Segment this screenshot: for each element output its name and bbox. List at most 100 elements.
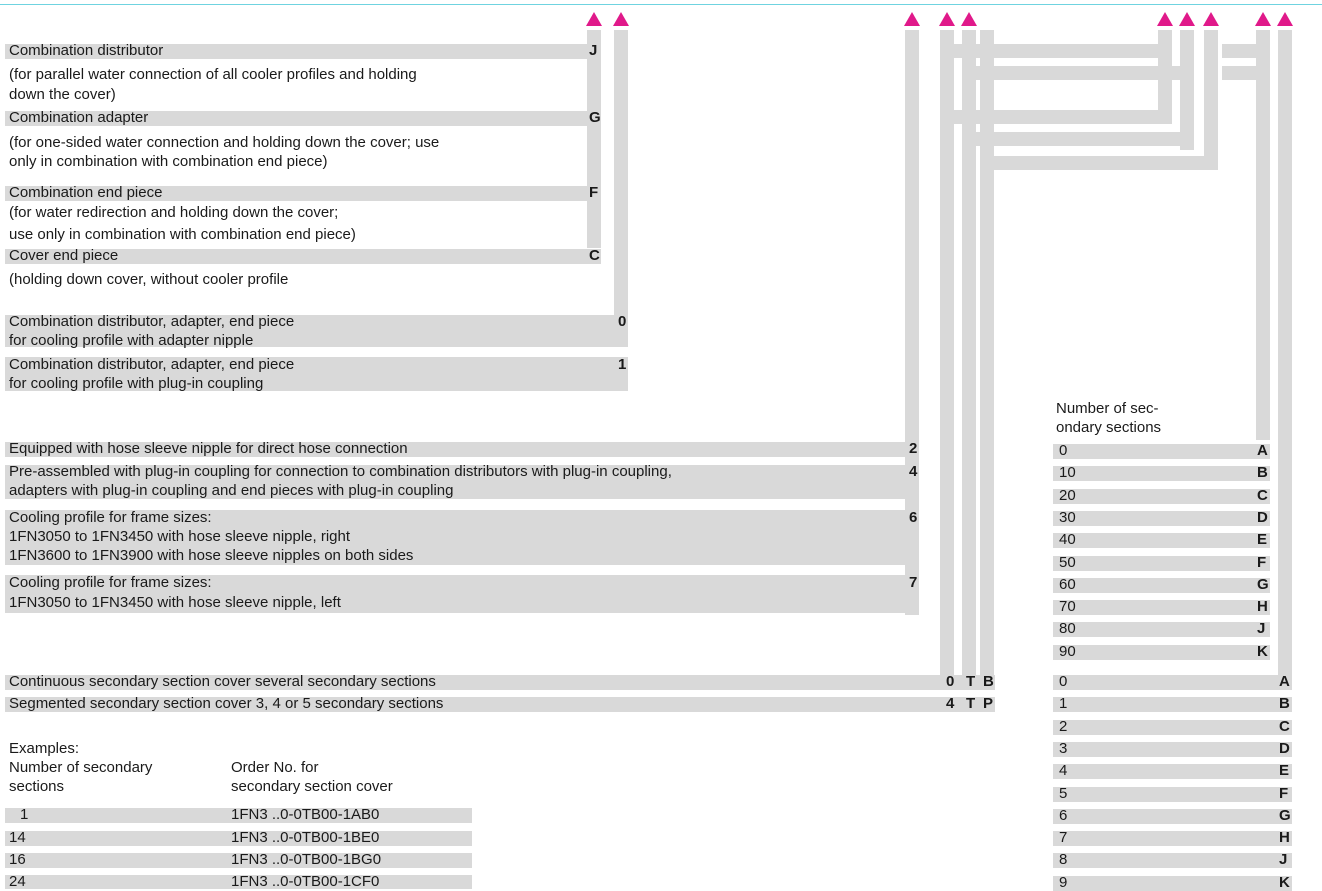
section-code: F	[1279, 784, 1289, 802]
list-item	[1053, 622, 1270, 638]
list-item	[1053, 764, 1292, 780]
connection-code: 7	[909, 574, 918, 591]
section-code: C	[1279, 717, 1290, 735]
section-count: 10	[1059, 464, 1076, 482]
connector-col-5	[962, 30, 976, 690]
example-number: 24	[9, 873, 26, 890]
section-code: B	[1279, 695, 1290, 713]
connector-col-9	[1204, 30, 1218, 170]
connection-label: 1FN3050 to 1FN3450 with hose sleeve nipp…	[9, 594, 341, 611]
sections-header: Number of sec-	[1056, 400, 1159, 417]
section-count: 30	[1059, 508, 1076, 526]
arrow-up-icon	[1277, 12, 1293, 26]
list-item	[1053, 741, 1292, 757]
list-item	[1053, 808, 1292, 824]
connection-label: 1FN3600 to 1FN3900 with hose sleeve nipp…	[9, 547, 414, 564]
arrow-up-icon	[939, 12, 955, 26]
example-order-no: 1FN3 ..0-0TB00-1AB0	[231, 806, 380, 823]
accessory-code: J	[589, 42, 598, 59]
profile-type-code: 1	[618, 356, 627, 373]
section-count: 40	[1059, 531, 1076, 549]
connector-col-11	[1278, 30, 1292, 680]
connector-col-10	[1256, 30, 1270, 440]
example-number: 1	[20, 806, 29, 823]
list-item	[1053, 853, 1292, 869]
section-code: B	[1257, 464, 1268, 482]
section-count: 2	[1059, 717, 1068, 735]
section-count: 50	[1059, 553, 1076, 571]
arrow-up-icon	[586, 12, 602, 26]
list-item	[1053, 786, 1292, 802]
section-code: G	[1279, 806, 1291, 824]
connector-col-6	[980, 30, 994, 690]
accessory-note: down the cover)	[9, 86, 116, 103]
section-code: J	[1257, 620, 1266, 638]
section-count: 0	[1059, 442, 1068, 459]
list-item	[1053, 875, 1292, 891]
profile-type-label: Combination distributor, adapter, end pi…	[9, 356, 295, 373]
arrow-up-icon	[1203, 12, 1219, 26]
cover-code: B	[983, 673, 994, 690]
section-count: 6	[1059, 806, 1068, 824]
arrow-up-icon	[904, 12, 920, 26]
cover-code: T	[966, 673, 976, 690]
example-number: 14	[9, 829, 26, 846]
list-item	[1053, 555, 1270, 571]
section-count: 90	[1059, 642, 1076, 660]
examples-col2-header: Order No. for	[231, 759, 319, 776]
connection-code: 4	[909, 463, 918, 480]
profile-type-code: 0	[618, 313, 627, 330]
connection-label: Pre-assembled with plug-in coupling for …	[9, 463, 672, 480]
section-count: 4	[1059, 762, 1068, 780]
accessory-note: only in combination with combination end…	[9, 153, 328, 170]
sections-header: ondary sections	[1056, 419, 1162, 436]
accessory-code: G	[589, 109, 601, 126]
section-code: E	[1257, 531, 1268, 549]
section-code: J	[1279, 851, 1288, 869]
accessory-label: Combination distributor	[9, 42, 164, 59]
section-code: E	[1279, 762, 1290, 780]
section-code: D	[1279, 739, 1290, 757]
connector-row-7	[980, 156, 1218, 170]
connector-col-1	[587, 30, 601, 248]
list-item	[1053, 600, 1270, 616]
section-count: 3	[1059, 739, 1068, 757]
section-count: 8	[1059, 851, 1068, 869]
section-code: A	[1257, 442, 1268, 459]
connection-code: 6	[909, 509, 918, 526]
section-count: 1	[1059, 695, 1068, 713]
example-order-no: 1FN3 ..0-0TB00-1CF0	[231, 873, 380, 890]
arrow-up-icon	[613, 12, 629, 26]
profile-type-label: Combination distributor, adapter, end pi…	[9, 313, 295, 330]
examples-title: Examples:	[9, 740, 80, 757]
section-count: 9	[1059, 873, 1068, 891]
section-count: 70	[1059, 598, 1076, 616]
section-code: D	[1257, 508, 1268, 526]
cover-code: T	[966, 695, 976, 712]
accessory-label: Combination adapter	[9, 109, 149, 126]
profile-type-label: for cooling profile with adapter nipple	[9, 332, 254, 349]
cover-code: 0	[946, 673, 955, 690]
top-rule	[0, 4, 1322, 5]
accessory-note: (for water redirection and holding down …	[9, 204, 339, 221]
accessory-note: (for one-sided water connection and hold…	[9, 134, 440, 151]
list-item	[1053, 644, 1270, 660]
list-item	[1053, 488, 1270, 504]
connector-row-4	[1222, 66, 1270, 80]
examples-col1-header: sections	[9, 778, 65, 795]
accessory-code: F	[589, 184, 599, 201]
section-count: 0	[1059, 673, 1068, 690]
section-count: 60	[1059, 575, 1076, 593]
list-item	[1053, 466, 1270, 482]
accessory-note: use only in combination with combination…	[9, 226, 356, 243]
list-item	[1053, 719, 1292, 735]
connector-row-5	[940, 110, 1172, 124]
section-code: K	[1279, 873, 1290, 891]
section-code: G	[1257, 575, 1269, 593]
accessory-code: C	[589, 247, 600, 264]
list-item	[1053, 577, 1270, 593]
connection-label: Equipped with hose sleeve nipple for dir…	[9, 440, 408, 457]
arrow-up-icon	[961, 12, 977, 26]
list-item	[1053, 444, 1270, 459]
list-item	[1053, 831, 1292, 847]
